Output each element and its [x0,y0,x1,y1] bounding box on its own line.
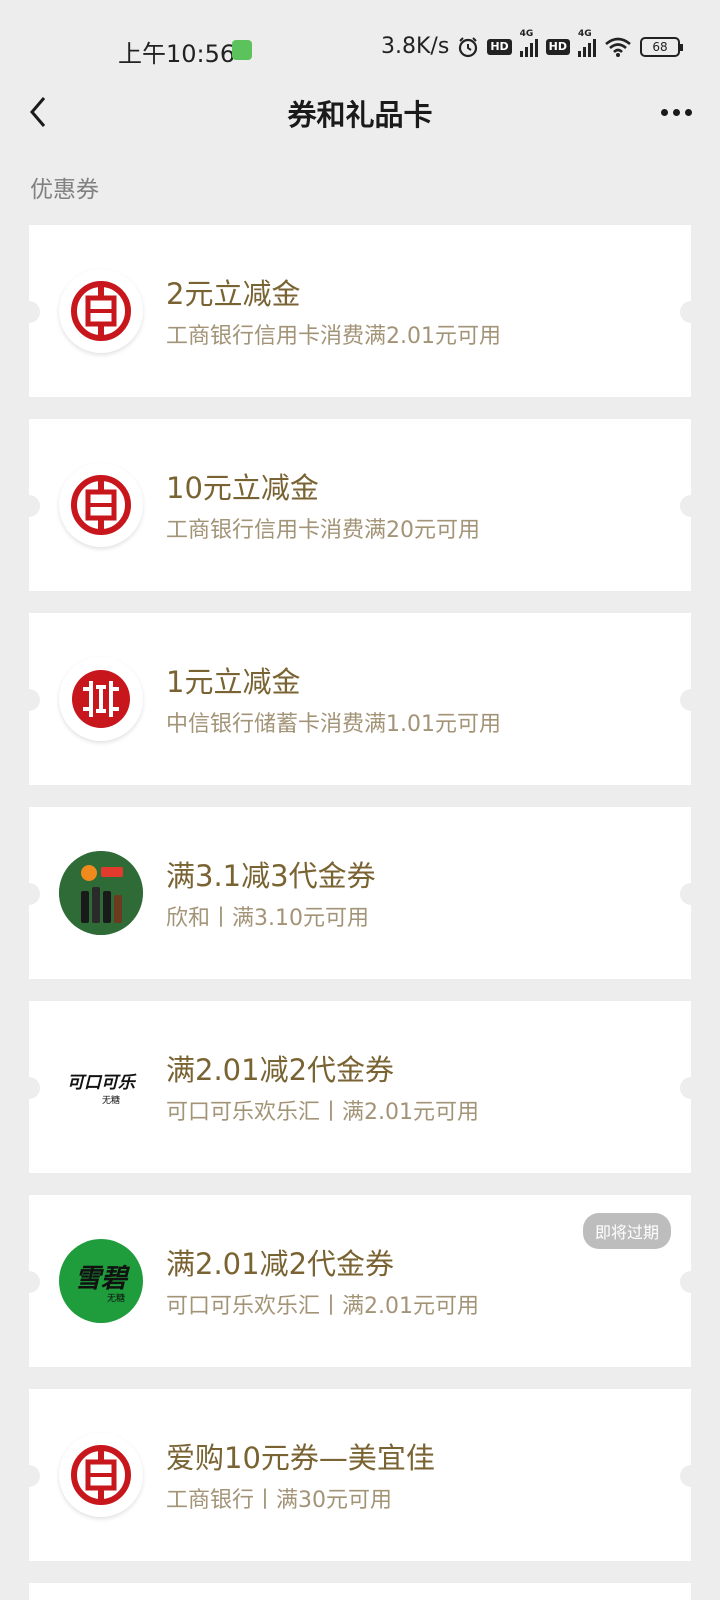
signal-icon: 4G [519,29,538,57]
coupon-card-partial[interactable] [29,1583,691,1600]
coupon-title: 满3.1减3代金券 [166,859,376,893]
coupon-desc: 可口可乐欢乐汇丨满2.01元可用 [166,1100,479,1125]
icbc-logo-icon [59,269,143,353]
citic-logo-icon [59,657,143,741]
coupon-title: 满2.01减2代金券 [166,1053,395,1087]
coupon-title: 满2.01减2代金券 [166,1247,395,1281]
network-type: 4G [519,28,534,39]
coupon-card[interactable]: 雪碧 无糖 满2.01减2代金券 可口可乐欢乐汇丨满2.01元可用 即将过期 [18,1195,702,1367]
app-notification-icon [232,40,252,60]
coupon-card[interactable]: 可口可乐 无糖 满2.01减2代金券 可口可乐欢乐汇丨满2.01元可用 [18,1001,702,1173]
coupon-desc: 中信银行储蓄卡消费满1.01元可用 [166,712,501,737]
coupon-title: 10元立减金 [166,471,319,505]
wifi-icon [605,37,631,57]
coupon-desc: 工商银行丨满30元可用 [166,1488,392,1513]
signal-icon: 4G [578,29,596,57]
network-type: 4G [578,28,592,39]
coupon-desc: 工商银行信用卡消费满2.01元可用 [166,324,501,349]
coupon-card[interactable]: 满3.1减3代金券 欣和丨满3.10元可用 [18,807,702,979]
alarm-icon [459,36,478,57]
coupon-list: 2元立减金 工商银行信用卡消费满2.01元可用 10元立减金 工商银行信用卡消费… [18,225,702,1600]
icbc-logo-icon [59,1433,143,1517]
coupon-card[interactable]: 2元立减金 工商银行信用卡消费满2.01元可用 [18,225,702,397]
coupon-card[interactable]: 爱购10元券—美宜佳 工商银行丨满30元可用 [18,1389,702,1561]
coupon-card[interactable]: 10元立减金 工商银行信用卡消费满20元可用 [18,419,702,591]
hd-icon: HD [545,38,570,55]
hd-icon: HD [487,38,512,55]
coupon-card[interactable]: 1元立减金 中信银行储蓄卡消费满1.01元可用 [18,613,702,785]
coupon-title: 1元立减金 [166,665,301,699]
more-options-icon[interactable] [656,94,696,130]
coupon-desc: 可口可乐欢乐汇丨满2.01元可用 [166,1294,479,1319]
section-label: 优惠券 [30,177,99,203]
coupon-desc: 欣和丨满3.10元可用 [166,906,369,931]
net-speed: 3.8K/s [381,34,450,59]
icbc-logo-icon [59,463,143,547]
title-bar: 券和礼品卡 [0,80,720,142]
coupon-desc: 工商银行信用卡消费满20元可用 [166,518,480,543]
expiring-badge: 即将过期 [582,1213,671,1249]
page-title: 券和礼品卡 [287,98,433,132]
xinhe-logo-icon [59,851,143,935]
status-right: 3.8K/s HD 4G HD 4G 68 [381,29,683,59]
status-time: 上午10:56 [118,40,236,68]
coupon-title: 2元立减金 [166,277,301,311]
sprite-logo-icon: 雪碧 无糖 [59,1239,143,1323]
battery-icon: 68 [640,36,683,57]
coupon-title: 爱购10元券—美宜佳 [166,1441,435,1475]
cocacola-logo-icon: 可口可乐 无糖 [59,1045,143,1129]
